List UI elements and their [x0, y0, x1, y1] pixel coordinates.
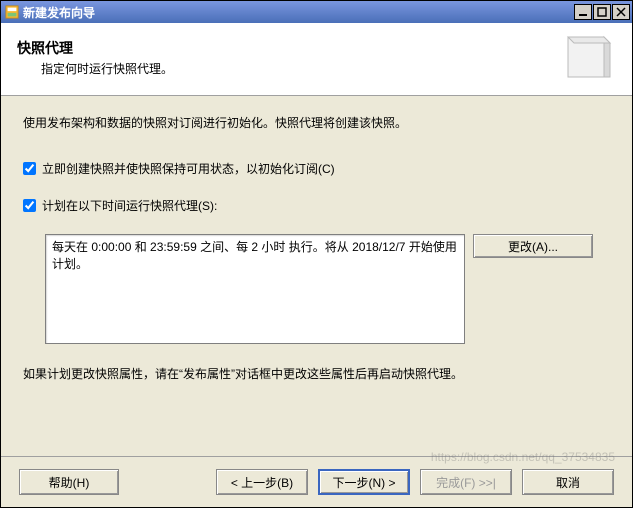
checkbox-schedule[interactable] — [23, 199, 36, 212]
wizard-window: 新建发布向导 快照代理 指定何时运行快照代理。 使 — [0, 0, 633, 508]
checkbox-create-snapshot[interactable] — [23, 162, 36, 175]
schedule-area: 更改(A)... — [45, 234, 610, 344]
content-area: 使用发布架构和数据的快照对订阅进行初始化。快照代理将创建该快照。 立即创建快照并… — [1, 96, 632, 456]
checkbox-create-snapshot-row: 立即创建快照并使快照保持可用状态，以初始化订阅(C) — [23, 160, 610, 177]
header-text-block: 快照代理 指定何时运行快照代理。 — [17, 38, 564, 77]
change-schedule-button[interactable]: 更改(A)... — [473, 234, 593, 258]
next-button[interactable]: 下一步(N) > — [318, 469, 410, 495]
titlebar: 新建发布向导 — [1, 1, 632, 23]
close-button[interactable] — [612, 4, 630, 20]
checkbox-schedule-row: 计划在以下时间运行快照代理(S): — [23, 197, 610, 214]
window-title: 新建发布向导 — [23, 4, 95, 21]
cancel-button[interactable]: 取消 — [522, 469, 614, 495]
header-graphic-icon — [564, 33, 612, 81]
maximize-button[interactable] — [593, 4, 611, 20]
schedule-textarea[interactable] — [45, 234, 465, 344]
finish-button: 完成(F) >>| — [420, 469, 512, 495]
page-subtitle: 指定何时运行快照代理。 — [17, 60, 564, 77]
help-button[interactable]: 帮助(H) — [19, 469, 119, 495]
note-text: 如果计划更改快照属性，请在“发布属性”对话框中更改这些属性后再启动快照代理。 — [23, 366, 610, 383]
checkbox-create-snapshot-label[interactable]: 立即创建快照并使快照保持可用状态，以初始化订阅(C) — [42, 160, 335, 177]
titlebar-left: 新建发布向导 — [5, 4, 95, 21]
checkbox-schedule-label[interactable]: 计划在以下时间运行快照代理(S): — [42, 197, 217, 214]
minimize-button[interactable] — [574, 4, 592, 20]
back-button[interactable]: < 上一步(B) — [216, 469, 308, 495]
window-controls — [574, 4, 630, 20]
intro-text: 使用发布架构和数据的快照对订阅进行初始化。快照代理将创建该快照。 — [23, 114, 610, 132]
header-panel: 快照代理 指定何时运行快照代理。 — [1, 23, 632, 96]
page-title: 快照代理 — [17, 38, 564, 58]
app-icon — [5, 5, 19, 19]
button-bar: 帮助(H) < 上一步(B) 下一步(N) > 完成(F) >>| 取消 — [1, 456, 632, 507]
